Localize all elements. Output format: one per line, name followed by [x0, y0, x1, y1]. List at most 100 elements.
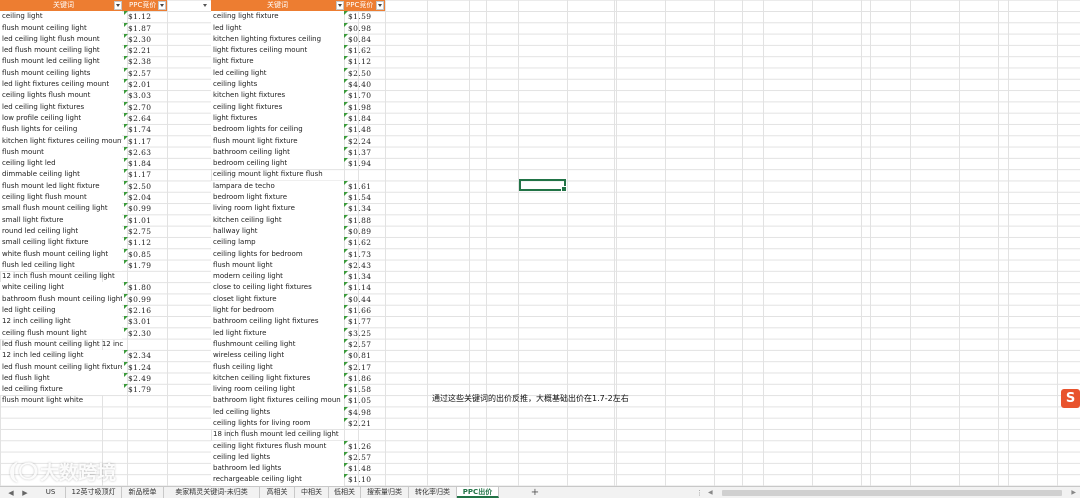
keyword-cell[interactable]: kitchen ceiling light fixtures	[211, 372, 344, 385]
ppc-cell[interactable]: $1.73	[344, 249, 385, 260]
ppc-cell[interactable]: $1.80	[124, 282, 167, 293]
keyword-cell[interactable]: led flush mount ceiling light 12 inc	[0, 339, 182, 350]
ppc-cell[interactable]: $1.79	[124, 384, 167, 395]
ppc-cell[interactable]: $1.12	[344, 56, 385, 67]
keyword-cell[interactable]: flush mount led ceiling light	[0, 56, 122, 68]
keyword-cell[interactable]: lampara de techo	[211, 180, 344, 193]
ppc-cell[interactable]: $2.49	[124, 373, 167, 384]
ppc-cell[interactable]: $2.63	[124, 147, 167, 158]
ppc-cell[interactable]: $1.34	[344, 203, 385, 214]
keyword-cell[interactable]: ceiling lights flush mount	[0, 90, 122, 102]
ppc-cell[interactable]: $2.64	[124, 113, 167, 124]
keyword-cell[interactable]: bedroom lights for ceiling	[211, 124, 344, 136]
ppc-cell[interactable]: $0.81	[344, 350, 385, 361]
keyword-cell[interactable]: 12 inch ceiling light	[0, 316, 122, 328]
ppc-cell[interactable]: $4.98	[344, 407, 385, 418]
ppc-cell[interactable]: $1.26	[344, 441, 385, 452]
ppc-cell[interactable]: $2.57	[344, 339, 385, 350]
ppc-cell[interactable]: $1.94	[344, 158, 385, 169]
keyword-cell[interactable]: bathroom flush mount ceiling light	[0, 293, 122, 306]
ppc-cell[interactable]: $1.59	[344, 11, 385, 22]
sheet-tab[interactable]: 高相关	[260, 487, 295, 498]
ppc-cell[interactable]: $1.17	[124, 136, 167, 147]
ppc-cell[interactable]: $1.77	[344, 316, 385, 327]
keyword-cell[interactable]: flush led ceiling light	[0, 259, 122, 272]
keyword-cell[interactable]: 12 inch flush mount ceiling light	[0, 271, 182, 282]
ppc-cell[interactable]: $1.62	[344, 237, 385, 248]
ppc-cell[interactable]: $0.98	[344, 23, 385, 34]
ppc-cell[interactable]: $2.50	[344, 68, 385, 79]
ppc-cell[interactable]: $1.54	[344, 192, 385, 203]
prev-sheet-button[interactable]: ◀	[6, 488, 16, 498]
keyword-cell[interactable]: close to ceiling light fixtures	[211, 282, 344, 294]
keyword-cell[interactable]: bathroom led lights	[211, 463, 344, 475]
ppc-cell[interactable]: $0.44	[344, 294, 385, 305]
keyword-cell[interactable]: small ceiling light fixture	[0, 237, 122, 249]
analysis-note[interactable]: 通过这些关键词的出价反推，大概基础出价在1.7-2左右	[432, 393, 629, 405]
ppc-cell[interactable]: $1.84	[344, 113, 385, 124]
sheet-tab[interactable]: 搜索量归类	[361, 487, 409, 498]
keyword-cell[interactable]: dimmable ceiling light	[0, 169, 122, 181]
ppc-cell[interactable]: $1.84	[124, 158, 167, 169]
scroll-left-icon[interactable]: ◀	[708, 489, 713, 497]
keyword-cell[interactable]: bathroom ceiling light	[211, 146, 344, 159]
ppc-cell[interactable]: $2.38	[124, 56, 167, 67]
ppc-cell[interactable]: $2.57	[124, 68, 167, 79]
keyword-cell[interactable]: bathroom ceiling light fixtures	[211, 316, 344, 328]
keyword-cell[interactable]: living room light fixture	[211, 203, 344, 215]
keyword-cell[interactable]: ceiling light fixture	[211, 11, 344, 23]
ppc-cell[interactable]: $2.70	[124, 102, 167, 113]
keyword-cell[interactable]: small light fixture	[0, 214, 122, 226]
keyword-cell[interactable]: light for bedroom	[211, 305, 344, 317]
keyword-cell[interactable]: flush mount led light fixture	[0, 180, 122, 193]
sheet-tab[interactable]: 低相关	[329, 487, 361, 498]
keyword-cell[interactable]: round led ceiling light	[0, 225, 122, 238]
ppc-cell[interactable]: $4.40	[344, 79, 385, 90]
ppc-cell[interactable]: $2.43	[344, 260, 385, 271]
sheet-tab[interactable]: 中相关	[295, 487, 329, 498]
keyword-cell[interactable]: ceiling light flush mount	[0, 192, 122, 204]
ppc-cell[interactable]: $1.10	[344, 474, 385, 485]
keyword-cell[interactable]: led light	[211, 22, 344, 34]
ppc-cell[interactable]: $1.74	[124, 124, 167, 135]
keyword-cell[interactable]: led ceiling light fixtures	[0, 101, 122, 113]
scrollbar-thumb[interactable]	[722, 490, 1062, 496]
keyword-cell[interactable]: modern ceiling light	[211, 271, 344, 283]
keyword-filter-dropdown-icon[interactable]	[114, 1, 122, 10]
scroll-right-icon[interactable]: ▶	[1071, 489, 1076, 497]
keyword-cell[interactable]: flush mount light	[211, 259, 344, 272]
keyword-cell[interactable]: led ceiling light flush mount	[0, 33, 122, 46]
keyword-cell[interactable]: ceiling light fixtures flush mount	[211, 440, 344, 452]
keyword-cell[interactable]: ceiling light	[0, 11, 122, 23]
ppc-cell[interactable]: $2.01	[124, 79, 167, 90]
keyword-cell[interactable]: led light ceiling	[0, 305, 122, 317]
keyword-cell[interactable]: white ceiling light	[0, 282, 122, 294]
keyword-cell[interactable]: flushmount ceiling light	[211, 338, 344, 351]
keyword-cell[interactable]: low profile ceiling light	[0, 112, 122, 125]
keyword-cell[interactable]: ceiling led lights	[211, 451, 344, 464]
ppc-cell[interactable]: $1.86	[344, 373, 385, 384]
keyword-cell[interactable]: white flush mount ceiling light	[0, 248, 122, 260]
ppc-cell[interactable]: $2.34	[124, 350, 167, 361]
keyword-cell[interactable]: ceiling lamp	[211, 237, 344, 249]
ppc-filter-dropdown-icon[interactable]	[158, 1, 166, 10]
ppc-cell[interactable]: $1.48	[344, 463, 385, 474]
keyword-cell[interactable]: light fixture	[211, 56, 344, 68]
add-sheet-button[interactable]: +	[529, 487, 541, 498]
ppc-cell[interactable]: $2.75	[124, 226, 167, 237]
keyword-cell[interactable]: rechargeable ceiling light	[211, 474, 344, 486]
ppc-cell[interactable]: $2.30	[124, 328, 167, 339]
ppc-filter-dropdown-icon[interactable]	[376, 1, 384, 10]
keyword-cell[interactable]: ceiling light fixtures	[211, 101, 344, 113]
ppc-cell[interactable]: $1.14	[344, 282, 385, 293]
ppc-cell[interactable]: $1.01	[124, 215, 167, 226]
keyword-cell[interactable]: led light fixtures ceiling mount	[0, 79, 122, 91]
ppc-cell[interactable]: $1.87	[124, 23, 167, 34]
keyword-cell[interactable]: ceiling mount light fixture flush	[211, 169, 404, 180]
ppc-cell[interactable]: $0.84	[344, 34, 385, 45]
ppc-cell[interactable]: $1.48	[344, 124, 385, 135]
keyword-cell[interactable]: 12 inch led ceiling light	[0, 350, 122, 362]
ppc-cell[interactable]: $1.70	[344, 90, 385, 101]
ppc-cell[interactable]: $1.66	[344, 305, 385, 316]
scrollbar-split-handle-icon[interactable]: ⋮	[696, 489, 703, 497]
